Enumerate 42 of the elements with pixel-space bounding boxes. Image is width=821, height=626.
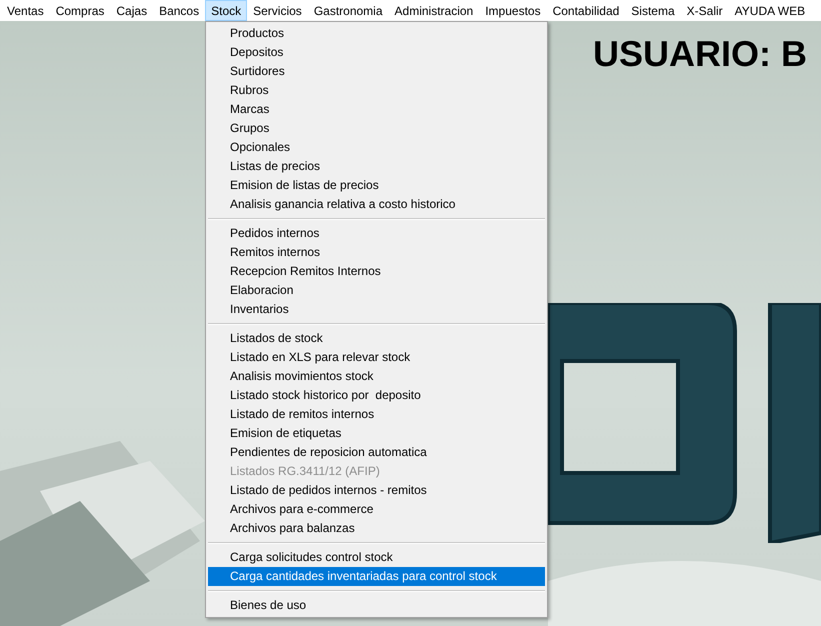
menu-item[interactable]: Marcas: [208, 100, 545, 119]
menu-item[interactable]: Recepcion Remitos Internos: [208, 262, 545, 281]
menu-bar-item[interactable]: Impuestos: [479, 0, 547, 21]
menu-item[interactable]: Archivos para balanzas: [208, 519, 545, 538]
menu-item[interactable]: Opcionales: [208, 138, 545, 157]
menu-bar-item[interactable]: Cajas: [110, 0, 154, 21]
menu-item[interactable]: Listas de precios: [208, 157, 545, 176]
menu-item[interactable]: Listado de pedidos internos - remitos: [208, 481, 545, 500]
menu-item[interactable]: Carga solicitudes control stock: [208, 548, 545, 567]
menu-bar-item[interactable]: Stock: [205, 0, 248, 21]
menu-bar-item[interactable]: Ventas: [1, 0, 50, 21]
menu-item[interactable]: Productos: [208, 24, 545, 43]
menu-bar-item[interactable]: Administracion: [388, 0, 480, 21]
menu-item[interactable]: Pedidos internos: [208, 224, 545, 243]
menu-bar-item[interactable]: AYUDA WEB: [728, 0, 812, 21]
menu-item[interactable]: Emision de etiquetas: [208, 424, 545, 443]
menu-item[interactable]: Pendientes de reposicion automatica: [208, 443, 545, 462]
menu-item[interactable]: Inventarios: [208, 300, 545, 319]
menu-item[interactable]: Listado stock historico por deposito: [208, 386, 545, 405]
menu-item[interactable]: Archivos para e-commerce: [208, 500, 545, 519]
menu-item[interactable]: Analisis movimientos stock: [208, 367, 545, 386]
menu-bar-item[interactable]: X-Salir: [680, 0, 729, 21]
user-heading: USUARIO: B: [593, 33, 808, 75]
menu-item[interactable]: Surtidores: [208, 62, 545, 81]
menu-bar-item[interactable]: Compras: [50, 0, 110, 21]
menu-bar-item[interactable]: Gastronomia: [308, 0, 389, 21]
menu-item[interactable]: Listado de remitos internos: [208, 405, 545, 424]
menu-bar-item[interactable]: Servicios: [247, 0, 308, 21]
menu-bar-item[interactable]: Bancos: [153, 0, 206, 21]
menu-item[interactable]: Listados de stock: [208, 329, 545, 348]
menu-item[interactable]: Emision de listas de precios: [208, 176, 545, 195]
menu-item[interactable]: Depositos: [208, 43, 545, 62]
menu-item[interactable]: Carga cantidades inventariadas para control stock: [208, 567, 545, 586]
menu-bar-item[interactable]: Sistema: [625, 0, 681, 21]
menu-item[interactable]: Rubros: [208, 81, 545, 100]
menu-item[interactable]: Elaboracion: [208, 281, 545, 300]
menu-item[interactable]: Analisis ganancia relativa a costo historico: [208, 195, 545, 214]
menu-item[interactable]: Bienes de uso: [208, 596, 545, 615]
menu-item[interactable]: Listado en XLS para relevar stock: [208, 348, 545, 367]
menu-item[interactable]: Remitos internos: [208, 243, 545, 262]
menu-bar-item[interactable]: Contabilidad: [546, 0, 626, 21]
menu-item[interactable]: Grupos: [208, 119, 545, 138]
